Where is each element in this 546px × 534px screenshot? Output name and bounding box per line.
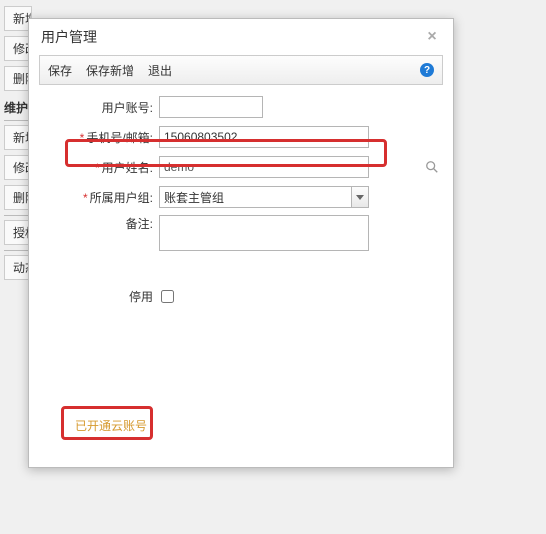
divider: [4, 120, 28, 121]
user-management-modal: 用户管理 × 保存 保存新增 退出 ? 用户账号: *手机号/邮箱:: [28, 18, 454, 468]
username-input[interactable]: [159, 156, 369, 178]
label-username: *用户姓名:: [39, 159, 159, 176]
label-phone: *手机号/邮箱:: [39, 129, 159, 146]
row-username: *用户姓名:: [39, 155, 443, 179]
save-button[interactable]: 保存: [48, 62, 72, 79]
save-new-button[interactable]: 保存新增: [86, 62, 134, 79]
required-star-icon: *: [95, 161, 100, 175]
row-group: *所属用户组:: [39, 185, 443, 209]
required-star-icon: *: [80, 131, 85, 145]
exit-button[interactable]: 退出: [148, 62, 172, 79]
row-remark: 备注:: [39, 215, 443, 254]
label-disabled: 停用: [39, 288, 159, 305]
modal-header: 用户管理 ×: [29, 19, 453, 55]
chevron-down-icon[interactable]: [351, 186, 369, 208]
close-icon[interactable]: ×: [423, 28, 441, 46]
divider: [4, 250, 28, 251]
disabled-checkbox[interactable]: [161, 290, 174, 303]
required-star-icon: *: [83, 191, 88, 205]
remark-input[interactable]: [159, 215, 369, 251]
row-phone: *手机号/邮箱:: [39, 125, 443, 149]
divider: [4, 215, 28, 216]
label-account: 用户账号:: [39, 99, 159, 116]
group-combo[interactable]: [159, 186, 369, 208]
group-input[interactable]: [159, 186, 351, 208]
account-input[interactable]: [159, 96, 263, 118]
phone-email-input[interactable]: [159, 126, 369, 148]
label-group: *所属用户组:: [39, 189, 159, 206]
modal-title: 用户管理: [41, 27, 97, 47]
cloud-account-status[interactable]: 已开通云账号: [67, 413, 155, 438]
search-icon[interactable]: [425, 160, 439, 174]
help-icon[interactable]: ?: [420, 63, 434, 77]
form: 用户账号: *手机号/邮箱: *用户姓名:: [29, 85, 453, 324]
row-disabled: 停用: [39, 284, 443, 308]
row-account: 用户账号:: [39, 95, 443, 119]
label-remark: 备注:: [39, 215, 159, 232]
toolbar: 保存 保存新增 退出 ?: [39, 55, 443, 85]
